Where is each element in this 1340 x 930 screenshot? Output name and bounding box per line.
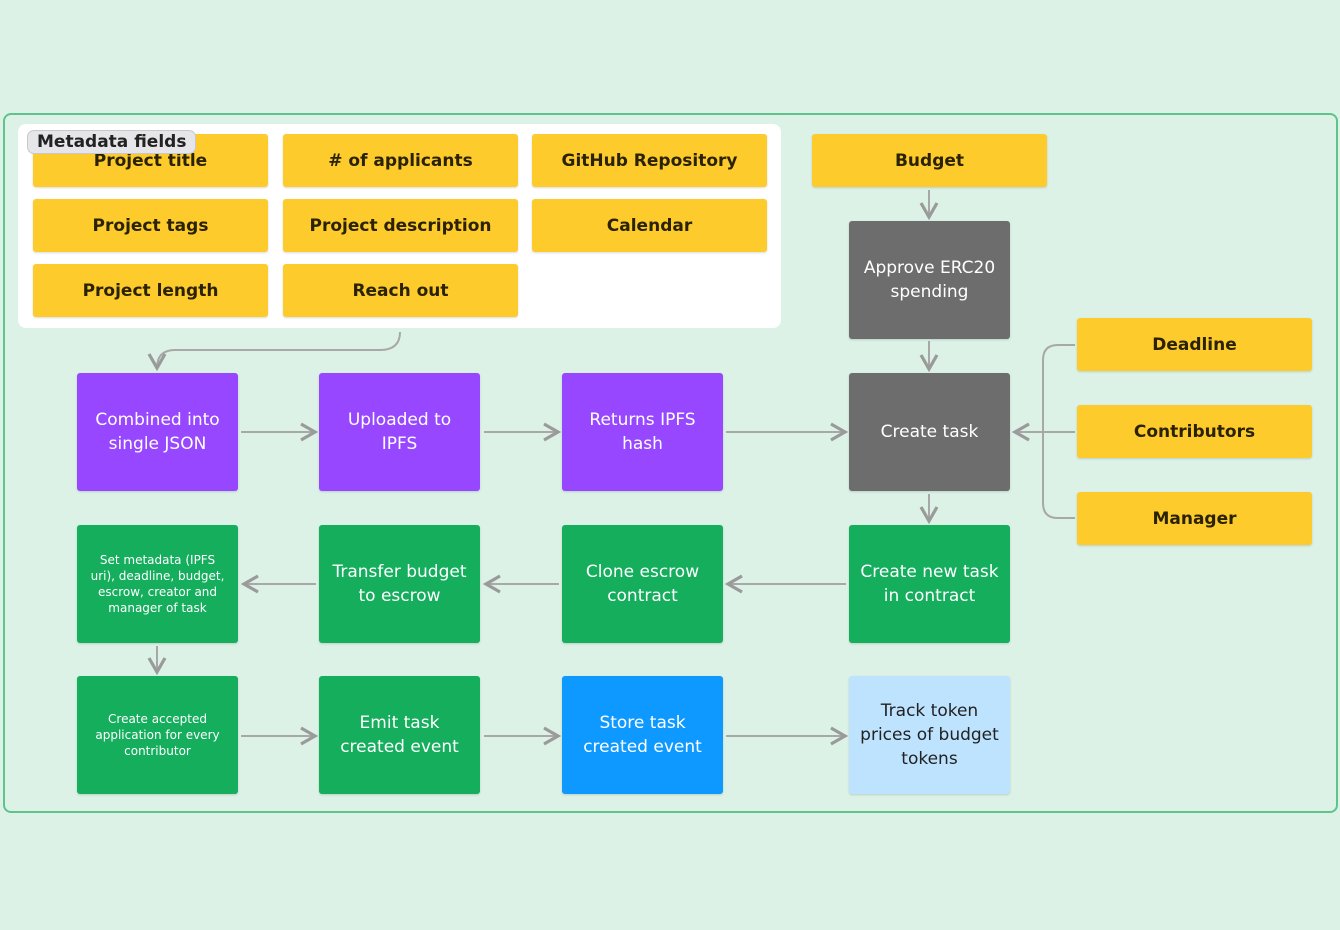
field-project-description: Project description [283, 199, 518, 252]
create-application-node: Create accepted application for every co… [77, 676, 238, 794]
budget-node: Budget [812, 134, 1047, 187]
clone-escrow-node: Clone escrow contract [562, 525, 723, 643]
set-metadata-node: Set metadata (IPFS uri), deadline, budge… [77, 525, 238, 643]
field-github: GitHub Repository [532, 134, 767, 187]
track-prices-node: Track token prices of budget tokens [849, 676, 1010, 794]
metadata-label: Metadata fields [27, 130, 197, 154]
combine-json-node: Combined into single JSON [77, 373, 238, 491]
arrow-panel-to-json [147, 331, 401, 372]
field-calendar: Calendar [532, 199, 767, 252]
emit-event-node: Emit task created event [319, 676, 480, 794]
deadline-node: Deadline [1077, 318, 1312, 371]
store-event-node: Store task created event [562, 676, 723, 794]
arrow-inputs-create [1015, 344, 1075, 519]
field-reach-out: Reach out [283, 264, 518, 317]
field-project-length: Project length [33, 264, 268, 317]
create-new-task-node: Create new task in contract [849, 525, 1010, 643]
create-task-node: Create task [849, 373, 1010, 491]
approve-node: Approve ERC20 spending [849, 221, 1010, 339]
field-applicants: # of applicants [283, 134, 518, 187]
transfer-budget-node: Transfer budget to escrow [319, 525, 480, 643]
manager-node: Manager [1077, 492, 1312, 545]
field-project-tags: Project tags [33, 199, 268, 252]
upload-ipfs-node: Uploaded to IPFS [319, 373, 480, 491]
contributors-node: Contributors [1077, 405, 1312, 458]
ipfs-hash-node: Returns IPFS hash [562, 373, 723, 491]
